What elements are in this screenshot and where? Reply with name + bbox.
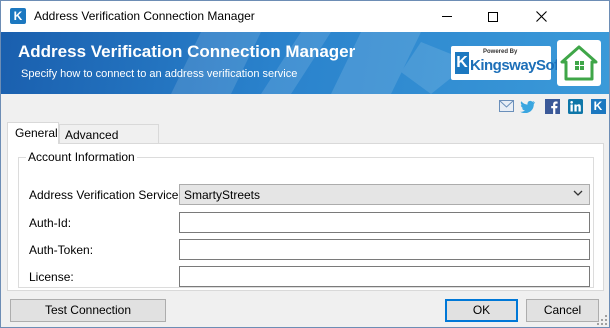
license-label: License: — [29, 270, 74, 284]
minimize-button[interactable] — [424, 1, 470, 32]
service-selected-value: SmartyStreets — [184, 188, 261, 202]
header-banner: Address Verification Connection Manager … — [1, 32, 609, 94]
banner-subtitle: Specify how to connect to an address ver… — [21, 68, 298, 80]
auth-id-input[interactable] — [179, 212, 590, 233]
tab-general[interactable]: General — [7, 122, 59, 144]
tab-advanced-settings[interactable]: Advanced Settings — [59, 124, 159, 156]
email-icon[interactable] — [498, 98, 514, 114]
auth-id-label: Auth-Id: — [29, 216, 72, 230]
banner-title: Address Verification Connection Manager — [18, 42, 356, 61]
minimize-icon — [442, 16, 452, 17]
cancel-button[interactable]: Cancel — [526, 299, 599, 322]
dialog-window: K Address Verification Connection Manage… — [0, 0, 610, 328]
resize-grip-icon[interactable] — [597, 315, 607, 325]
license-input[interactable] — [179, 266, 590, 287]
chevron-down-icon — [573, 190, 583, 196]
account-information-group: Account Information Address Verification… — [18, 150, 594, 288]
service-label: Address Verification Service: — [29, 188, 182, 202]
maximize-button[interactable] — [470, 1, 516, 32]
title-bar: K Address Verification Connection Manage… — [1, 1, 609, 32]
facebook-icon[interactable] — [544, 98, 560, 114]
home-icon — [560, 45, 598, 81]
auth-token-label: Auth-Token: — [29, 243, 94, 257]
close-icon — [535, 11, 547, 22]
powered-by-label: Powered By — [483, 49, 518, 55]
maximize-icon — [488, 11, 498, 22]
home-logo — [557, 40, 601, 86]
auth-token-input[interactable] — [179, 239, 590, 260]
ok-button[interactable]: OK — [445, 299, 518, 322]
kingswaysoft-icon[interactable]: K — [590, 98, 606, 114]
brand-name: KingswaySoft — [470, 57, 564, 74]
k-logo-mark: K — [455, 52, 469, 74]
general-tab-panel: Account Information Address Verification… — [7, 143, 604, 291]
group-legend: Account Information — [26, 150, 137, 164]
kingswaysoft-logo: Powered By K KingswaySoft — [451, 46, 564, 80]
twitter-icon[interactable] — [520, 98, 536, 114]
kingswaysoft-app-icon: K — [10, 8, 26, 24]
linkedin-icon[interactable] — [567, 98, 583, 114]
address-verification-service-select[interactable]: SmartyStreets — [179, 184, 590, 205]
test-connection-button[interactable]: Test Connection — [10, 299, 166, 322]
window-title: Address Verification Connection Manager — [34, 9, 255, 23]
close-button[interactable] — [518, 1, 564, 32]
